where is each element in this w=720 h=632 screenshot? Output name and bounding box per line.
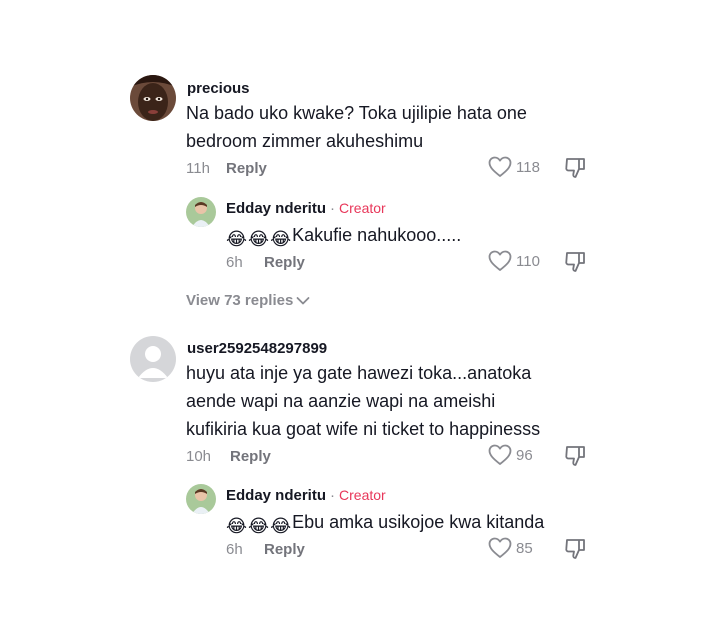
laughing-emoji-icon: 😂: [226, 229, 248, 249]
comment-timestamp: 10h: [186, 448, 212, 465]
emoji-group: 😂 😂 😂: [226, 511, 291, 541]
dislike-button[interactable]: [564, 251, 586, 278]
comment-text-line: aende wapi na aanzie wapi na ameishi: [186, 391, 496, 411]
laughing-emoji-icon: 😂: [248, 229, 270, 249]
heart-icon: [488, 156, 512, 177]
creator-avatar-icon[interactable]: [186, 197, 216, 227]
separator: ·: [330, 487, 336, 504]
reply-text-body: Ebu amka usikojoe kwa kitanda: [292, 512, 545, 532]
reply-button[interactable]: Reply: [226, 160, 267, 177]
reply-text: 😂 😂 😂 Ebu amka usikojoe kwa kitanda: [226, 507, 544, 541]
comment-username[interactable]: precious: [187, 80, 250, 97]
creator-name[interactable]: Edday nderitu: [226, 200, 326, 217]
view-replies-label: View 73 replies: [186, 292, 294, 309]
dislike-button[interactable]: [564, 538, 586, 565]
reply-timestamp: 6h: [226, 254, 243, 271]
laughing-emoji-icon: 😂: [226, 516, 248, 536]
separator: ·: [330, 200, 336, 217]
emoji-group: 😂 😂 😂: [226, 224, 291, 254]
creator-avatar-icon[interactable]: [186, 484, 216, 514]
comment-text-line: huyu ata inje ya gate hawezi toka...anat…: [186, 363, 532, 383]
like-count: 85: [516, 539, 533, 557]
reply-text: 😂 😂 😂 Kakufie nahukooo.....: [226, 220, 461, 254]
comment-username[interactable]: user2592548297899: [187, 340, 327, 357]
like-count: 118: [516, 158, 540, 176]
comment-timestamp: 11h: [186, 160, 210, 177]
like-button[interactable]: 118: [488, 156, 540, 178]
like-button[interactable]: 96: [488, 444, 533, 466]
like-button[interactable]: 110: [488, 250, 540, 272]
like-button[interactable]: 85: [488, 537, 533, 559]
heart-icon: [488, 444, 512, 465]
laughing-emoji-icon: 😂: [248, 516, 270, 536]
comment-text-line: kufikiria kua goat wife ni ticket to hap…: [186, 419, 541, 439]
chevron-down-icon: [296, 296, 310, 304]
comment-text-line: bedroom zimmer akuheshimu: [186, 131, 424, 151]
thumbs-down-icon: [565, 158, 585, 178]
reply-button[interactable]: Reply: [264, 254, 305, 271]
default-avatar-icon[interactable]: [130, 336, 176, 382]
comment-text-line: Na bado uko kwake? Toka ujilipie hata on…: [186, 103, 527, 123]
reply-button[interactable]: Reply: [264, 541, 305, 558]
reply-timestamp: 6h: [226, 541, 243, 558]
reply-username: Edday nderitu · Creator: [226, 200, 386, 217]
thumbs-down-icon: [565, 539, 585, 559]
creator-name[interactable]: Edday nderitu: [226, 487, 326, 504]
dislike-button[interactable]: [564, 157, 586, 184]
creator-badge: Creator: [339, 200, 386, 216]
thumbs-down-icon: [565, 252, 585, 272]
reply-username: Edday nderitu · Creator: [226, 487, 386, 504]
user-photo-icon[interactable]: [130, 75, 176, 121]
heart-icon: [488, 537, 512, 558]
reply-button[interactable]: Reply: [230, 448, 271, 465]
creator-badge: Creator: [339, 487, 386, 503]
reply-text-body: Kakufie nahukooo.....: [292, 225, 462, 245]
heart-icon: [488, 250, 512, 271]
like-count: 96: [516, 446, 533, 464]
dislike-button[interactable]: [564, 445, 586, 472]
laughing-emoji-icon: 😂: [270, 516, 292, 536]
thumbs-down-icon: [565, 446, 585, 466]
laughing-emoji-icon: 😂: [270, 229, 292, 249]
view-replies-button[interactable]: View 73 replies: [186, 292, 310, 309]
like-count: 110: [516, 252, 540, 270]
